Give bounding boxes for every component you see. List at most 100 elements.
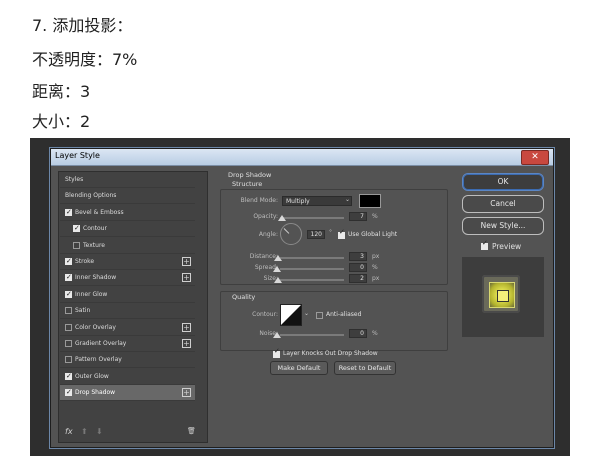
- style-checkbox[interactable]: [65, 369, 72, 384]
- style-checkbox[interactable]: [65, 307, 72, 315]
- spread-slider-track[interactable]: [280, 268, 344, 270]
- style-checkbox[interactable]: [65, 270, 72, 285]
- styles-footer: fx ⬆ ⬇ 🗑: [59, 424, 207, 442]
- blend-mode-select[interactable]: Multiply: [282, 196, 352, 206]
- panel-title: Drop Shadow: [228, 171, 272, 179]
- distance-slider-thumb[interactable]: [274, 255, 282, 261]
- style-checkbox[interactable]: [73, 221, 80, 236]
- spread-input[interactable]: 0: [349, 263, 367, 272]
- style-checkbox[interactable]: [65, 287, 72, 302]
- style-item-color-overlay[interactable]: Color Overlay +: [60, 320, 195, 336]
- make-default-button[interactable]: Make Default: [270, 361, 328, 375]
- add-style-icon[interactable]: +: [182, 257, 191, 266]
- preview-checkbox[interactable]: [481, 239, 488, 250]
- distance-input[interactable]: 3: [349, 252, 367, 261]
- distance-label: Distance:: [249, 253, 278, 260]
- shadow-color-swatch[interactable]: [359, 194, 381, 208]
- style-item-pattern-overlay[interactable]: Pattern Overlay: [60, 352, 195, 369]
- style-item-label: Contour: [83, 225, 107, 233]
- style-item-stroke[interactable]: Stroke +: [60, 254, 195, 270]
- opacity-slider-track[interactable]: [280, 217, 344, 219]
- add-style-icon[interactable]: +: [182, 339, 191, 348]
- noise-input[interactable]: 0: [349, 329, 367, 338]
- use-global-light-checkbox[interactable]: [338, 228, 345, 239]
- close-button[interactable]: ✕: [521, 150, 549, 165]
- style-checkbox[interactable]: [65, 356, 72, 364]
- style-item-satin[interactable]: Satin: [60, 303, 195, 320]
- angle-dial[interactable]: [280, 223, 302, 245]
- style-item-label: Gradient Overlay: [75, 340, 127, 347]
- style-checkbox[interactable]: [65, 254, 72, 269]
- style-item-label: Satin: [75, 307, 91, 315]
- reset-to-default-button[interactable]: Reset to Default: [334, 361, 396, 375]
- move-down-icon[interactable]: ⬇: [96, 427, 103, 436]
- cancel-button[interactable]: Cancel: [462, 195, 544, 213]
- style-item-label: Inner Glow: [75, 290, 108, 298]
- style-checkbox[interactable]: [65, 340, 72, 347]
- blend-mode-label: Blend Mode:: [240, 197, 278, 204]
- use-global-light-label: Use Global Light: [348, 231, 398, 238]
- style-item-inner-glow[interactable]: Inner Glow: [60, 287, 195, 303]
- new-style-button[interactable]: New Style...: [462, 217, 544, 235]
- style-item-styles[interactable]: Styles: [60, 172, 195, 188]
- anti-aliased-checkbox[interactable]: [316, 312, 323, 319]
- style-item-texture[interactable]: Texture: [60, 238, 195, 254]
- distance-unit: px: [372, 253, 380, 260]
- preview-glow: [489, 282, 515, 308]
- noise-slider-thumb[interactable]: [273, 332, 281, 338]
- style-item-label: Drop Shadow: [75, 389, 116, 397]
- style-checkbox[interactable]: [73, 241, 80, 249]
- ok-button[interactable]: OK: [462, 173, 544, 191]
- style-checkbox[interactable]: [65, 205, 72, 220]
- instruction-opacity: 不透明度：7%: [32, 50, 138, 69]
- preview-core: [497, 290, 509, 302]
- style-item-label: Blending Options: [65, 192, 117, 200]
- size-slider-track[interactable]: [280, 279, 344, 281]
- style-item-drop-shadow[interactable]: Drop Shadow +: [60, 385, 195, 402]
- move-up-icon[interactable]: ⬆: [81, 427, 88, 436]
- style-item-outer-glow[interactable]: Outer Glow: [60, 369, 195, 385]
- anti-aliased-label: Anti-aliased: [326, 311, 362, 318]
- style-item-inner-shadow[interactable]: Inner Shadow +: [60, 270, 195, 287]
- instruction-distance: 距离：3: [32, 82, 91, 101]
- style-item-label: Inner Shadow: [75, 274, 117, 282]
- spread-slider-thumb[interactable]: [273, 266, 281, 272]
- layer-knocks-out-checkbox[interactable]: [273, 347, 280, 358]
- contour-preview[interactable]: [280, 304, 302, 326]
- style-preview: [462, 257, 544, 337]
- opacity-slider-thumb[interactable]: [278, 215, 286, 221]
- distance-slider-track[interactable]: [280, 257, 344, 259]
- style-checkbox[interactable]: [65, 323, 72, 331]
- drop-shadow-panel: Drop Shadow Structure Blend Mode: Multip…: [214, 171, 450, 441]
- style-item-blending-options[interactable]: Blending Options: [60, 188, 195, 205]
- size-input[interactable]: 2: [349, 274, 367, 283]
- add-style-icon[interactable]: +: [182, 273, 191, 283]
- add-style-icon[interactable]: +: [182, 388, 191, 398]
- style-item-gradient-overlay[interactable]: Gradient Overlay +: [60, 336, 195, 352]
- quality-title: Quality: [232, 293, 256, 301]
- trash-icon[interactable]: 🗑: [187, 427, 196, 435]
- spread-label: Spread:: [254, 264, 278, 271]
- fx-icon[interactable]: fx: [65, 427, 73, 436]
- contour-chevron-icon[interactable]: ⌄: [304, 310, 309, 317]
- style-item-label: Outer Glow: [75, 372, 109, 380]
- layer-knocks-out-label: Layer Knocks Out Drop Shadow: [283, 350, 378, 357]
- chevron-down-icon: ⌄: [345, 196, 351, 203]
- angle-input[interactable]: 120: [307, 230, 325, 239]
- preview-thumbnail: [482, 275, 520, 313]
- noise-unit: %: [372, 330, 378, 337]
- size-slider-thumb[interactable]: [274, 277, 282, 283]
- opacity-input[interactable]: 7: [349, 212, 367, 221]
- angle-unit: °: [329, 229, 332, 236]
- style-checkbox[interactable]: [65, 385, 72, 400]
- style-item-bevel-emboss[interactable]: Bevel & Emboss: [60, 205, 195, 221]
- noise-label: Noise:: [259, 330, 278, 337]
- style-item-label: Pattern Overlay: [75, 356, 122, 364]
- size-unit: px: [372, 275, 380, 282]
- noise-slider-track[interactable]: [280, 334, 344, 336]
- title-bar: Layer Style ✕: [51, 149, 553, 166]
- add-style-icon[interactable]: +: [182, 322, 191, 332]
- spread-unit: %: [372, 264, 378, 271]
- style-item-contour[interactable]: Contour: [60, 221, 195, 238]
- style-item-label: Texture: [83, 241, 105, 249]
